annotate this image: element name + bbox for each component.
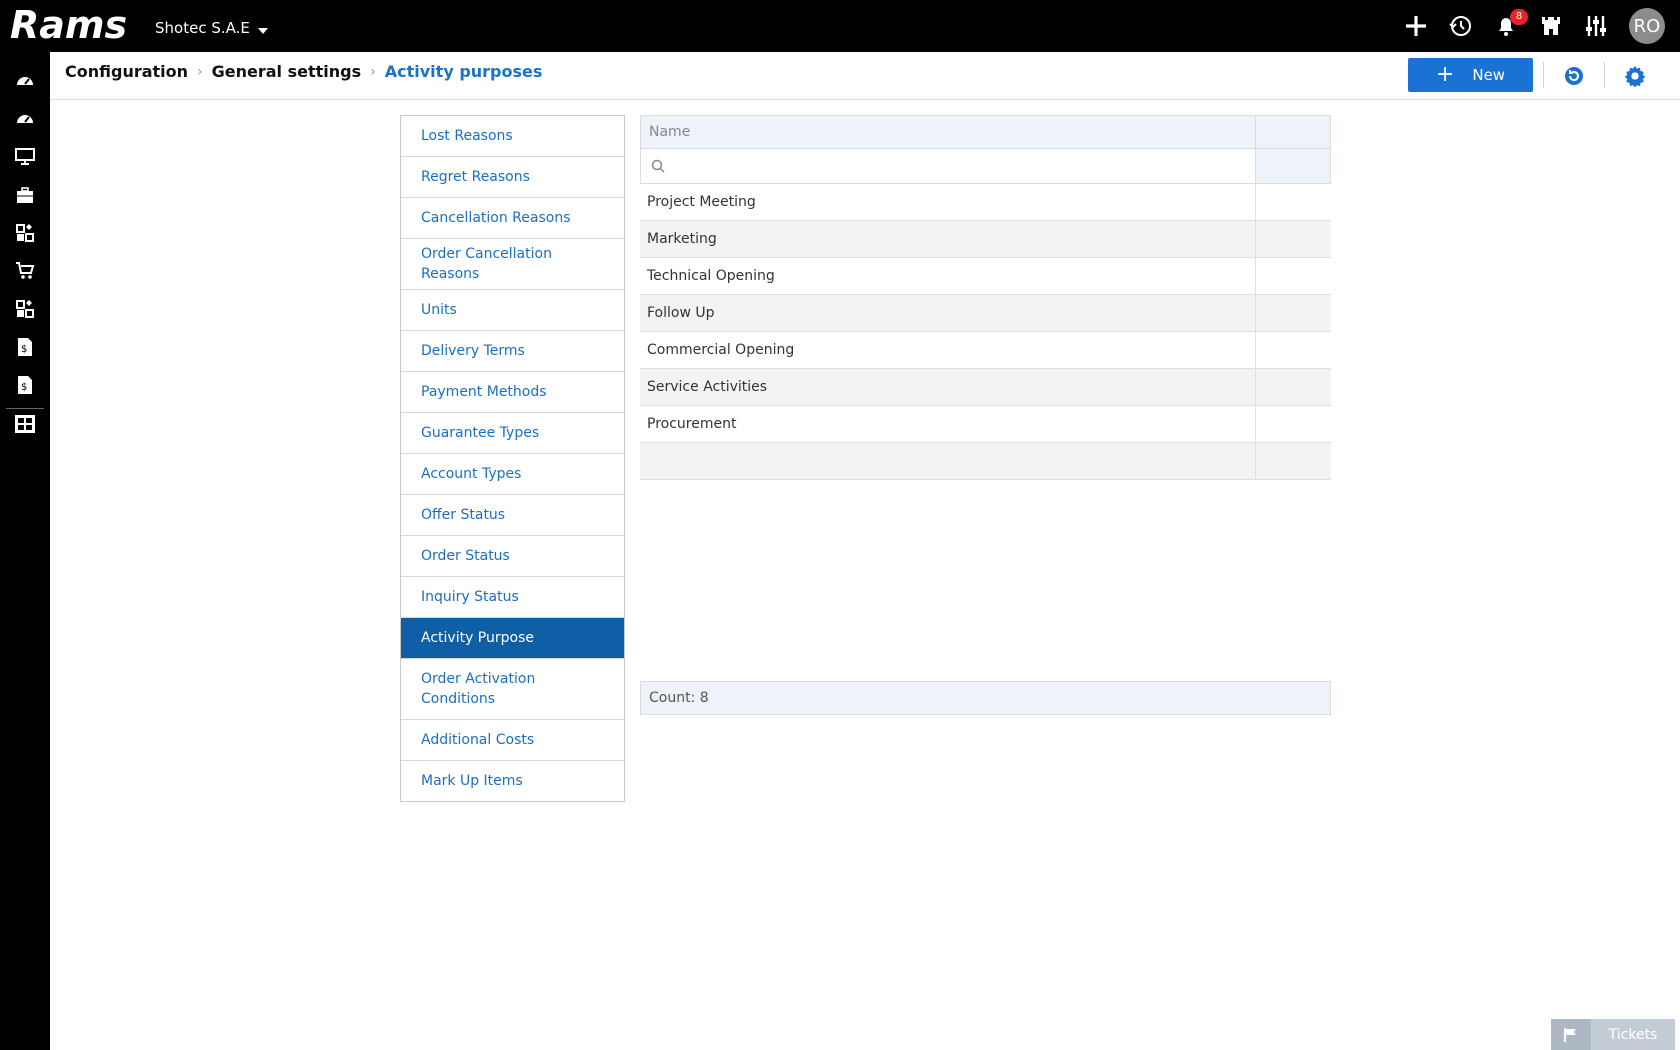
dashboard-2-icon[interactable] (13, 106, 37, 130)
row-name: Project Meeting (640, 184, 1256, 220)
row-name: Technical Opening (640, 258, 1256, 294)
settings-item-cancellation-reasons[interactable]: Cancellation Reasons (401, 198, 624, 239)
rail-divider (6, 408, 44, 409)
row-name: Procurement (640, 406, 1256, 442)
settings-item-account-types[interactable]: Account Types (401, 454, 624, 495)
filter-cell-actions (1256, 149, 1330, 183)
tickets-button[interactable]: Tickets (1551, 1019, 1675, 1050)
invoice-2-icon[interactable]: $ (13, 373, 37, 397)
table-row[interactable] (640, 443, 1331, 480)
search-icon (651, 159, 665, 173)
row-actions (1256, 369, 1331, 405)
castle-icon[interactable] (1537, 12, 1565, 40)
activity-purposes-grid: Name Project Meeting Marketing Technical… (640, 115, 1331, 480)
row-actions (1256, 295, 1331, 331)
settings-list: Lost Reasons Regret Reasons Cancellation… (400, 115, 625, 802)
chevron-down-icon (257, 27, 268, 34)
table-row[interactable]: Service Activities (640, 369, 1331, 406)
new-button-label: New (1472, 66, 1506, 84)
rams-logo[interactable]: Rams (10, 3, 130, 49)
table-row[interactable]: Follow Up (640, 295, 1331, 332)
modules-2-icon[interactable] (13, 297, 37, 321)
modules-icon[interactable] (13, 221, 37, 245)
sub-header: Configuration › General settings › Activ… (50, 52, 1680, 100)
settings-item-order-status[interactable]: Order Status (401, 536, 624, 577)
row-name: Commercial Opening (640, 332, 1256, 368)
row-actions (1256, 332, 1331, 368)
gear-icon[interactable] (1623, 64, 1647, 88)
board-icon[interactable] (13, 412, 37, 436)
breadcrumb-configuration[interactable]: Configuration (65, 62, 188, 81)
chevron-right-icon: › (197, 63, 203, 80)
column-header-name[interactable]: Name (641, 116, 1256, 148)
plus-icon[interactable] (1402, 12, 1430, 40)
settings-item-mark-up-items[interactable]: Mark Up Items (401, 761, 624, 801)
top-bar: Rams Shotec S.A.E 8 RO (0, 0, 1680, 52)
settings-item-regret-reasons[interactable]: Regret Reasons (401, 157, 624, 198)
new-button[interactable]: + New (1408, 58, 1533, 92)
settings-item-units[interactable]: Units (401, 290, 624, 331)
row-actions (1256, 221, 1331, 257)
settings-item-order-cancellation-reasons[interactable]: Order Cancellation Reasons (401, 239, 624, 290)
row-name: Follow Up (640, 295, 1256, 331)
table-row[interactable]: Marketing (640, 221, 1331, 258)
company-name: Shotec S.A.E (155, 19, 250, 37)
row-actions (1256, 406, 1331, 442)
bell-icon[interactable]: 8 (1492, 9, 1528, 40)
refresh-icon[interactable] (1562, 64, 1586, 88)
notification-badge: 8 (1510, 9, 1528, 25)
toolbar-divider (1604, 62, 1605, 88)
dashboard-icon[interactable] (13, 68, 37, 92)
search-input[interactable] (671, 152, 1255, 180)
toolbar-divider (1543, 62, 1544, 88)
svg-text:$: $ (21, 382, 27, 393)
tickets-label: Tickets (1608, 1026, 1658, 1043)
chevron-right-icon: › (370, 63, 376, 80)
grid-filter-row (640, 149, 1331, 184)
settings-item-payment-methods[interactable]: Payment Methods (401, 372, 624, 413)
monitor-icon[interactable] (13, 144, 37, 168)
breadcrumb-activity-purposes: Activity purposes (384, 62, 543, 81)
row-name: Marketing (640, 221, 1256, 257)
history-icon[interactable] (1447, 12, 1475, 40)
table-row[interactable]: Procurement (640, 406, 1331, 443)
row-name (640, 443, 1256, 479)
breadcrumb: Configuration › General settings › Activ… (65, 62, 542, 81)
row-name: Service Activities (640, 369, 1256, 405)
settings-item-delivery-terms[interactable]: Delivery Terms (401, 331, 624, 372)
row-actions (1256, 184, 1331, 220)
row-actions (1256, 258, 1331, 294)
settings-item-offer-status[interactable]: Offer Status (401, 495, 624, 536)
briefcase-icon[interactable] (13, 183, 37, 207)
flag-icon (1551, 1019, 1591, 1050)
company-selector[interactable]: Shotec S.A.E (155, 19, 268, 37)
invoice-icon[interactable]: $ (13, 335, 37, 359)
settings-item-guarantee-types[interactable]: Guarantee Types (401, 413, 624, 454)
column-header-actions (1256, 116, 1330, 148)
settings-item-order-activation-conditions[interactable]: Order Activation Conditions (401, 659, 624, 720)
grid-header: Name (640, 115, 1331, 149)
left-rail: $ $ (0, 52, 50, 1050)
settings-item-additional-costs[interactable]: Additional Costs (401, 720, 624, 761)
table-row[interactable]: Technical Opening (640, 258, 1331, 295)
row-actions (1256, 443, 1331, 479)
table-row[interactable]: Project Meeting (640, 184, 1331, 221)
svg-text:$: $ (21, 344, 27, 355)
settings-item-lost-reasons[interactable]: Lost Reasons (401, 116, 624, 157)
grid-count: Count: 8 (640, 681, 1331, 715)
sliders-icon[interactable] (1582, 12, 1610, 40)
avatar[interactable]: RO (1629, 8, 1665, 44)
cart-icon[interactable] (13, 259, 37, 283)
settings-item-inquiry-status[interactable]: Inquiry Status (401, 577, 624, 618)
filter-cell (641, 149, 1256, 183)
svg-text:Rams: Rams (10, 4, 127, 44)
settings-item-activity-purpose[interactable]: Activity Purpose (401, 618, 624, 659)
breadcrumb-general-settings[interactable]: General settings (212, 62, 362, 81)
plus-icon: + (1435, 62, 1455, 87)
table-row[interactable]: Commercial Opening (640, 332, 1331, 369)
